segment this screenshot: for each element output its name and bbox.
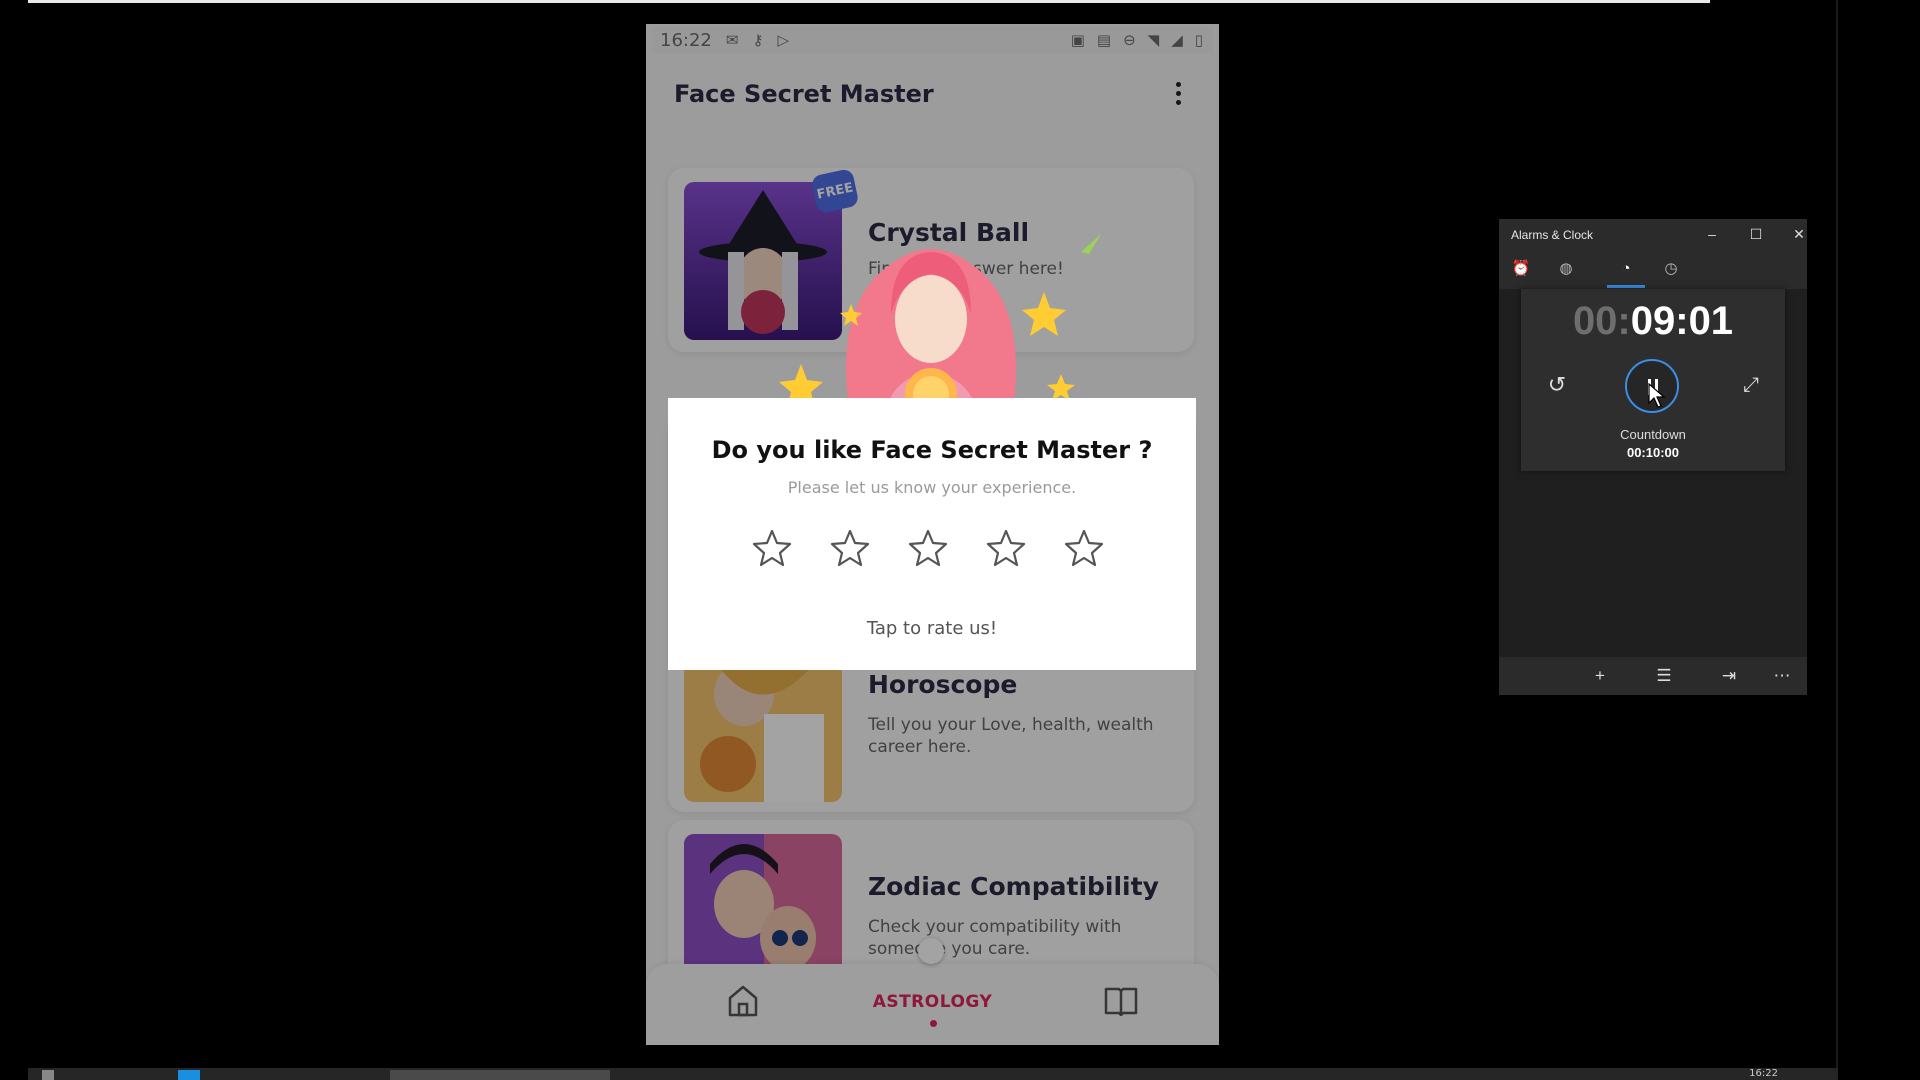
timer-hours: 00:	[1572, 299, 1631, 343]
world-clock-tab-icon[interactable]: ◍	[1554, 257, 1578, 281]
phone-screen: 16:22 ✉ ⚷ ▷ ▣ ▤ ⊖ ◥ ◢ ▯ Face Secret Mast…	[646, 24, 1219, 1045]
star-1-icon[interactable]	[752, 528, 792, 568]
reset-icon[interactable]: ↺	[1541, 369, 1573, 401]
minimize-icon[interactable]: –	[1698, 223, 1726, 245]
maximize-icon[interactable]: ☐	[1742, 223, 1770, 245]
taskbar-active-window[interactable]	[390, 1070, 610, 1080]
taskbar-app-icon[interactable]	[178, 1070, 200, 1080]
top-border-line	[28, 0, 1710, 3]
timer-total-duration: 00:10:00	[1626, 445, 1680, 460]
start-icon[interactable]	[42, 1070, 54, 1080]
expand-icon[interactable]: ⤢	[1735, 369, 1767, 401]
star-2-icon[interactable]	[830, 528, 870, 568]
rate-dialog-title: Do you like Face Secret Master ?	[711, 436, 1153, 464]
star-5-icon[interactable]	[1064, 528, 1104, 568]
taskbar-clock: 16:22	[1749, 1068, 1778, 1079]
tap-to-rate-label[interactable]: Tap to rate us!	[668, 618, 1196, 639]
pin-icon[interactable]: ⇥	[1714, 663, 1744, 689]
edit-list-icon[interactable]: ☰	[1649, 663, 1679, 689]
star-4-icon[interactable]	[986, 528, 1026, 568]
timer-display: 00:09:01	[1521, 299, 1785, 344]
close-icon[interactable]: ✕	[1785, 223, 1813, 245]
screen-edge	[1836, 0, 1838, 1068]
timer-name: Countdown	[1620, 427, 1686, 442]
timer-minutes-seconds: 09:01	[1630, 299, 1734, 343]
rate-dialog: Do you like Face Secret Master ? Please …	[668, 398, 1196, 670]
window-title: Alarms & Clock	[1511, 228, 1594, 242]
timer-tab-icon[interactable]: ◔	[1614, 257, 1638, 281]
window-titlebar[interactable]: Alarms & Clock – ☐ ✕	[1499, 219, 1807, 249]
alarms-clock-window: Alarms & Clock – ☐ ✕ ⏰ ◍ ◔ ◷ 00:09:01 ↺ …	[1499, 219, 1807, 695]
taskbar: 16:22	[28, 1068, 1838, 1080]
rate-dialog-subtitle: Please let us know your experience.	[787, 478, 1077, 497]
mouse-cursor-icon	[1648, 383, 1666, 408]
stopwatch-tab-icon[interactable]: ◷	[1659, 257, 1683, 281]
more-icon[interactable]: ⋯	[1767, 663, 1797, 689]
clock-tabs: ⏰ ◍ ◔ ◷	[1499, 249, 1807, 289]
add-icon[interactable]: +	[1585, 663, 1615, 689]
star-rating	[752, 528, 1104, 568]
active-tab-underline	[1607, 285, 1645, 288]
fortune-teller-illustration	[779, 234, 1101, 424]
star-3-icon[interactable]	[908, 528, 948, 568]
alarm-tab-icon[interactable]: ⏰	[1509, 257, 1533, 281]
timer-card[interactable]: 00:09:01 ↺ ⤢ Countdown 00:10:00	[1521, 289, 1785, 471]
command-bar: + ☰ ⇥ ⋯	[1499, 657, 1807, 695]
